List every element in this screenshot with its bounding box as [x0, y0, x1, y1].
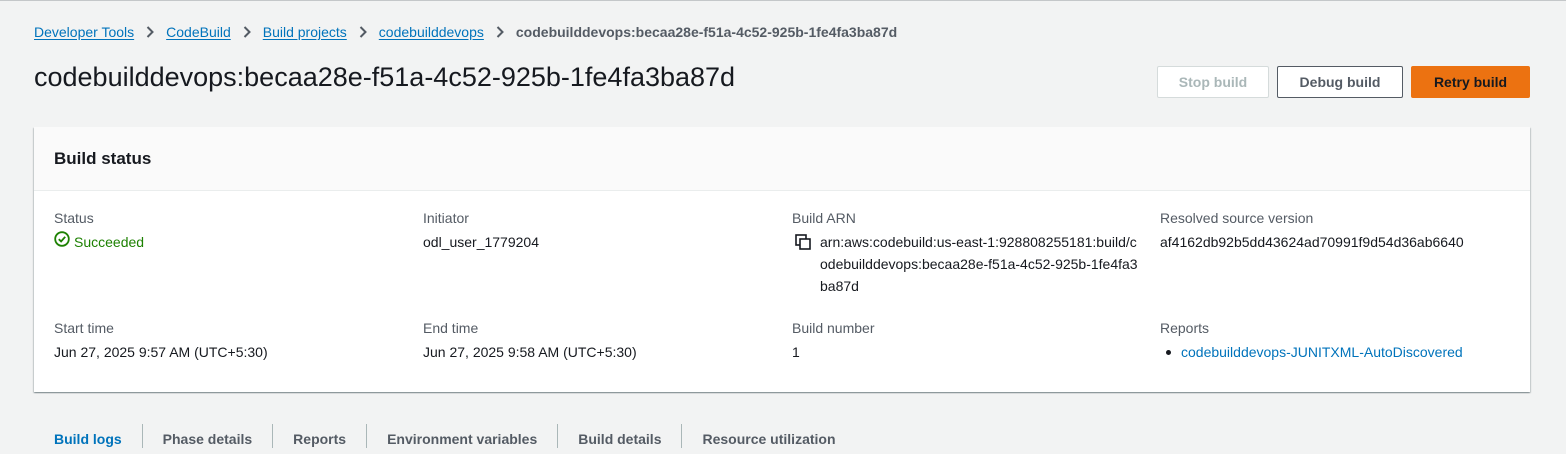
end-time-label: End time: [423, 320, 479, 336]
tab-resource-utilization[interactable]: Resource utilization: [682, 424, 855, 448]
breadcrumb: Developer Tools CodeBuild Build projects…: [34, 22, 897, 42]
debug-build-button[interactable]: Debug build: [1277, 66, 1403, 98]
chevron-right-icon: [484, 26, 516, 38]
status-label: Status: [54, 210, 94, 226]
end-time-value: Jun 27, 2025 9:58 AM (UTC+5:30): [423, 344, 637, 360]
tab-environment-variables[interactable]: Environment variables: [367, 424, 559, 448]
list-item: codebuilddevops-JUNITXML-AutoDiscovered: [1160, 341, 1463, 363]
bullet-icon: [1166, 349, 1171, 355]
breadcrumb-codebuild[interactable]: CodeBuild: [166, 24, 231, 40]
tab-build-details[interactable]: Build details: [558, 424, 683, 448]
page-title: codebuilddevops:becaa28e-f51a-4c52-925b-…: [34, 62, 736, 92]
chevron-right-icon: [231, 26, 263, 38]
resolved-source-field: Resolved source version af4162db92b5dd43…: [1160, 208, 1464, 253]
reports-list: codebuilddevops-JUNITXML-AutoDiscovered: [1160, 341, 1463, 363]
panel-title: Build status: [54, 148, 152, 168]
chevron-right-icon: [347, 26, 379, 38]
status-text: Succeeded: [74, 234, 145, 250]
build-number-field: Build number 1: [792, 318, 875, 363]
initiator-field: Initiator odl_user_1779204: [423, 208, 539, 253]
start-time-field: Start time Jun 27, 2025 9:57 AM (UTC+5:3…: [54, 318, 268, 363]
build-number-value: 1: [792, 344, 800, 360]
build-arn-label: Build ARN: [792, 210, 856, 226]
build-arn-row: arn:aws:codebuild:us-east-1:928808255181…: [792, 231, 1138, 297]
end-time-field: End time Jun 27, 2025 9:58 AM (UTC+5:30): [423, 318, 637, 363]
breadcrumb-current: codebuilddevops:becaa28e-f51a-4c52-925b-…: [515, 24, 898, 40]
initiator-label: Initiator: [423, 210, 469, 226]
breadcrumb-build-projects[interactable]: Build projects: [263, 24, 347, 40]
build-number-label: Build number: [792, 320, 875, 336]
status-field: Status Succeeded: [54, 208, 144, 253]
panel-header: Build status: [34, 127, 1530, 191]
report-link[interactable]: codebuilddevops-JUNITXML-AutoDiscovered: [1181, 341, 1463, 363]
start-time-label: Start time: [54, 320, 114, 336]
check-circle-icon: [54, 231, 74, 253]
stop-build-button[interactable]: Stop build: [1157, 66, 1269, 98]
resolved-source-label: Resolved source version: [1160, 210, 1314, 226]
breadcrumb-project[interactable]: codebuilddevops: [379, 24, 484, 40]
chevron-right-icon: [134, 26, 166, 38]
build-arn-field: Build ARN arn:aws:codebuild:us-east-1:92…: [792, 208, 1138, 297]
tab-phase-details[interactable]: Phase details: [143, 424, 274, 448]
detail-tabs: Build logs Phase details Reports Environ…: [34, 424, 856, 454]
initiator-value: odl_user_1779204: [423, 234, 539, 250]
copy-icon[interactable]: [792, 231, 812, 253]
top-border: [0, 0, 1566, 1]
resolved-source-value: af4162db92b5dd43624ad70991f9d54d36ab6640: [1160, 234, 1464, 250]
retry-build-button[interactable]: Retry build: [1411, 66, 1530, 98]
breadcrumb-developer-tools[interactable]: Developer Tools: [34, 24, 134, 40]
reports-label: Reports: [1160, 320, 1210, 336]
build-status-panel: Build status Status Succeeded Initiator …: [34, 127, 1530, 392]
tab-build-logs[interactable]: Build logs: [34, 424, 143, 448]
build-arn-value: arn:aws:codebuild:us-east-1:928808255181…: [820, 234, 1138, 294]
status-value: Succeeded: [54, 231, 144, 253]
reports-field: Reports codebuilddevops-JUNITXML-AutoDis…: [1160, 318, 1463, 363]
start-time-value: Jun 27, 2025 9:57 AM (UTC+5:30): [54, 344, 268, 360]
tab-reports[interactable]: Reports: [273, 424, 368, 448]
